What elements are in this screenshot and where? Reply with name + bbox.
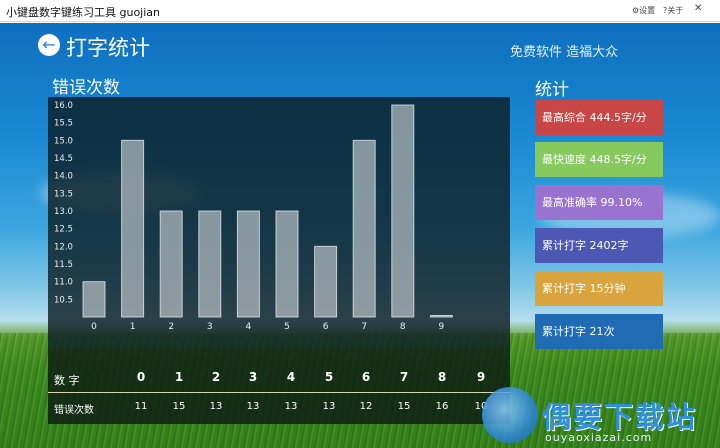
- table-count-cell: 15: [397, 401, 411, 412]
- table-digit-cell: 3: [248, 370, 258, 384]
- settings-button[interactable]: ⚙设置: [632, 5, 655, 16]
- title-bar: 小键盘数字键练习工具 guojian ⚙设置 ?关于 ✕: [0, 0, 720, 22]
- watermark-logo: [482, 387, 538, 443]
- table-row-label: 错误次数: [54, 405, 94, 416]
- main-scene: ← 打字统计 免费软件 造福大众 错误次数 10.5 11.0 11.5 12.0 12…: [0, 23, 720, 448]
- window-title: 小键盘数字键练习工具 guojian: [6, 6, 161, 19]
- bar-digit-1: [121, 139, 145, 318]
- error-chart-panel: 10.5 11.0 11.5 12.0 12.5 13.0 13.5 14.0 14.5 15.0…: [48, 97, 510, 348]
- x-tick-label: 9: [439, 322, 445, 332]
- stat-best-overall: 最高综合 444.5字/分: [535, 100, 663, 135]
- y-tick-label: 10.5: [54, 295, 73, 305]
- stat-total-chars: 累计打字 2402字: [535, 228, 663, 263]
- x-tick-label: 4: [246, 322, 252, 332]
- table-count-cell: 13: [209, 401, 223, 412]
- y-tick-label: 11.5: [54, 260, 73, 270]
- x-tick-label: 2: [168, 322, 174, 332]
- stats-section-title: 统计: [535, 80, 569, 100]
- y-tick-label: 14.0: [54, 172, 73, 182]
- table-divider: [48, 392, 510, 393]
- y-tick-label: 12.0: [54, 242, 73, 252]
- error-bar-chart: 10.5 11.0 11.5 12.0 12.5 13.0 13.5 14.0 14.5 15.0…: [54, 101, 453, 332]
- y-tick-label: 15.5: [54, 119, 73, 129]
- x-tick-label: 8: [400, 322, 406, 332]
- stat-total-minutes: 累计打字 15分钟: [535, 271, 663, 306]
- bar-digit-6: [314, 245, 338, 318]
- watermark-text: 偶要下载站: [542, 400, 698, 434]
- table-digit-cell: 2: [211, 370, 221, 384]
- table-count-cell: 11: [134, 401, 148, 412]
- table-digit-cell: 6: [361, 370, 371, 384]
- stat-total-sessions: 累计打字 21次: [535, 314, 663, 349]
- about-button[interactable]: ?关于: [663, 5, 683, 16]
- bar-digit-7: [352, 139, 376, 318]
- bar-digit-2: [159, 210, 183, 318]
- bar-digit-5: [275, 210, 299, 318]
- bar-digit-3: [198, 210, 222, 318]
- table-digit-cell: 5: [324, 370, 334, 384]
- y-tick-label: 15.0: [54, 136, 73, 146]
- x-tick-label: 1: [130, 322, 136, 332]
- stat-best-accuracy: 最高准确率 99.10%: [535, 185, 663, 220]
- arrow-left-icon: ←: [42, 35, 56, 54]
- x-tick-label: 7: [361, 322, 367, 332]
- bar-digit-8: [391, 104, 415, 318]
- y-tick-label: 14.5: [54, 154, 73, 164]
- x-tick-label: 0: [91, 322, 97, 332]
- error-table: 数 字 错误次数 0 11 1 15 2 13 3 13 4 13 5 13 6 12 7 15 8 16 9 10: [48, 348, 510, 424]
- x-tick-label: 5: [284, 322, 290, 332]
- table-digit-cell: 1: [174, 370, 184, 384]
- y-tick-label: 11.0: [54, 278, 73, 288]
- table-digit-cell: 0: [136, 370, 146, 384]
- y-tick-label: 13.0: [54, 207, 73, 217]
- close-button[interactable]: ✕: [694, 3, 702, 14]
- y-tick-label: 13.5: [54, 189, 73, 199]
- settings-label: 设置: [639, 6, 656, 15]
- errors-section-title: 错误次数: [52, 78, 120, 98]
- table-count-cell: 13: [284, 401, 298, 412]
- bar-digit-9: [429, 315, 453, 318]
- y-tick-label: 16.0: [54, 101, 73, 111]
- table-count-cell: 13: [322, 401, 336, 412]
- page-title: 打字统计: [66, 36, 150, 60]
- y-tick-label: 12.5: [54, 225, 73, 235]
- x-tick-label: 6: [323, 322, 329, 332]
- close-icon: ✕: [694, 3, 703, 14]
- back-button[interactable]: ←: [38, 34, 60, 56]
- x-tick-label: 3: [207, 322, 213, 332]
- watermark-url: ouyaoxiazai.com: [545, 431, 653, 444]
- bar-digit-4: [236, 210, 260, 318]
- stat-fastest-speed: 最快速度 448.5字/分: [535, 142, 663, 177]
- table-count-cell: 16: [435, 401, 449, 412]
- table-count-cell: 15: [172, 401, 186, 412]
- bar-digit-0: [82, 281, 106, 318]
- table-digit-cell: 8: [437, 370, 447, 384]
- table-count-cell: 12: [359, 401, 373, 412]
- table-digit-cell: 4: [286, 370, 296, 384]
- table-digit-cell: 9: [476, 370, 486, 384]
- table-header-label: 数 字: [54, 374, 80, 387]
- table-digit-cell: 7: [399, 370, 409, 384]
- slogan: 免费软件 造福大众: [510, 45, 619, 60]
- table-count-cell: 13: [246, 401, 260, 412]
- about-label: 关于: [667, 6, 684, 15]
